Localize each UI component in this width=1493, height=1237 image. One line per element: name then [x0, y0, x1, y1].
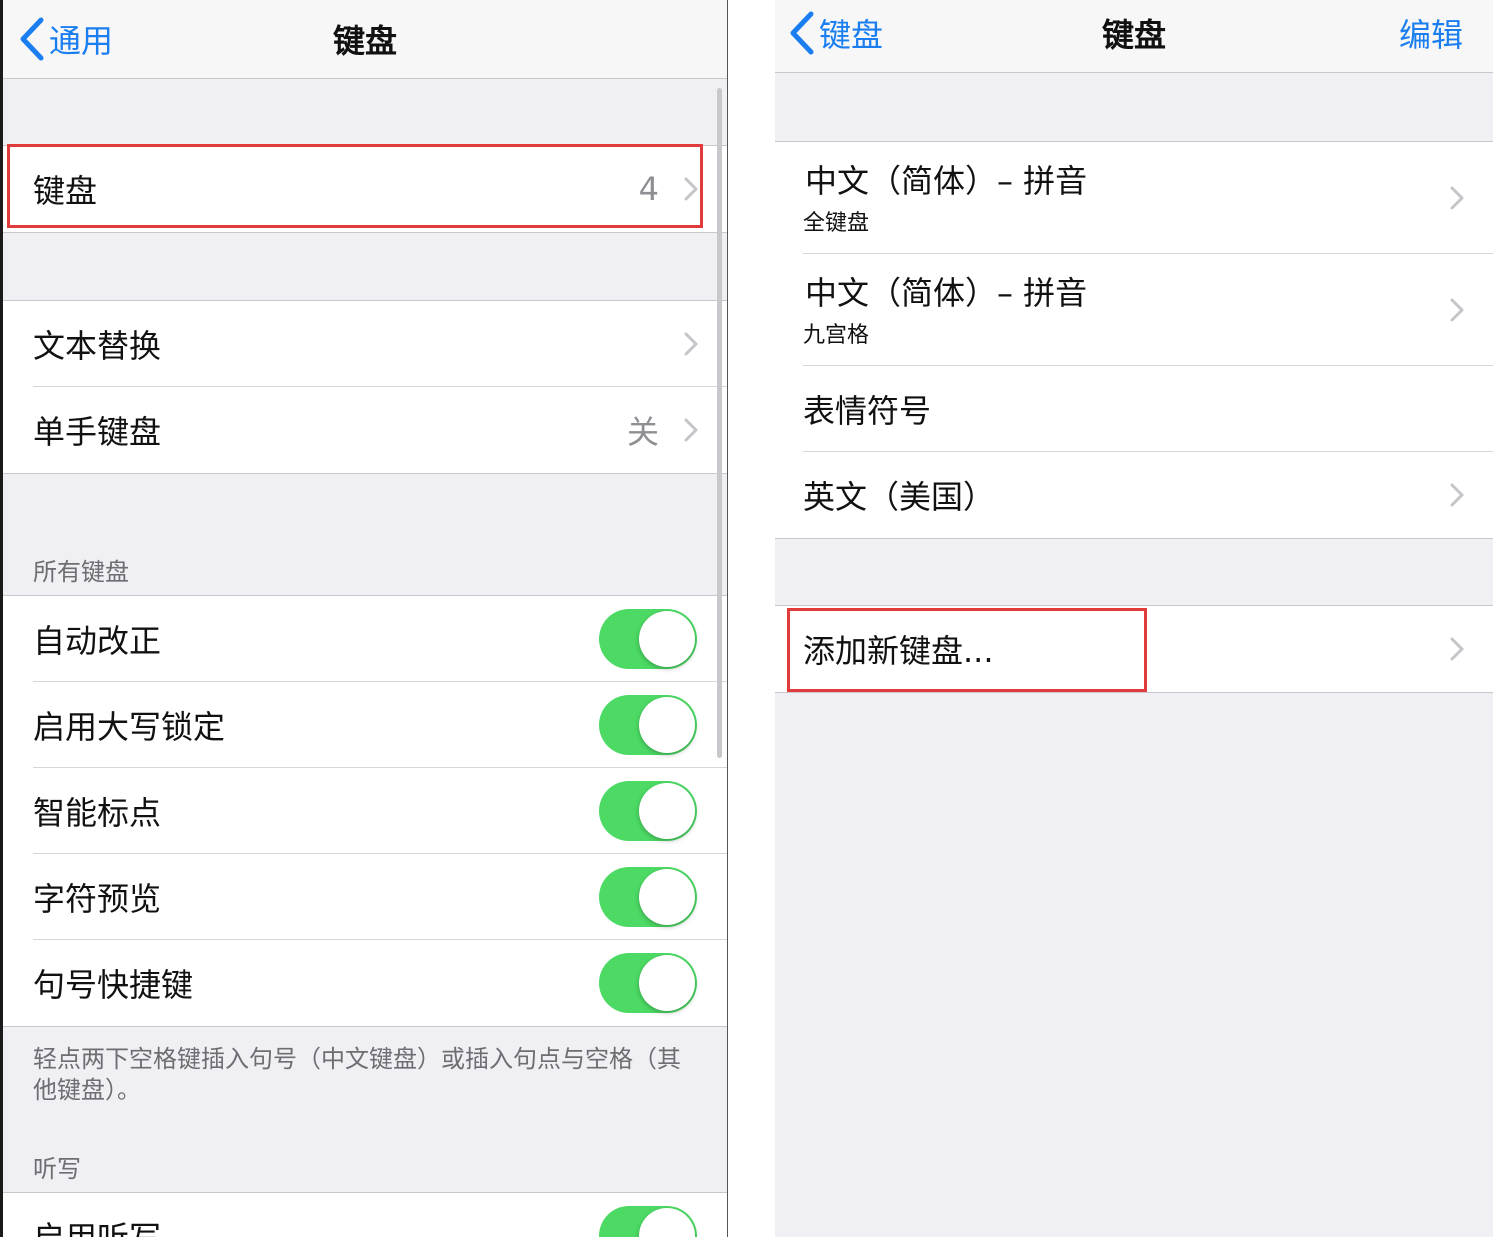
text-replacement-label: 文本替换	[33, 327, 162, 365]
chevron-right-icon	[1450, 298, 1464, 322]
keyboard-layout: 九宫格	[803, 323, 870, 348]
dictation-label: 启用听写	[33, 1213, 161, 1237]
toggle-row-period-shortcut: 句号快捷键	[3, 940, 727, 1026]
caps-lock-toggle[interactable]	[599, 695, 697, 755]
all-keyboards-header: 所有键盘	[33, 558, 129, 586]
toggle-knob	[639, 869, 695, 925]
keyboard-name: 中文（简体）– 拼音	[805, 274, 1088, 312]
dictation-group: 启用听写	[3, 1192, 727, 1237]
toggle-row-caps-lock: 启用大写锁定	[3, 682, 727, 768]
nav-bar: 通用 键盘	[3, 0, 727, 79]
period-shortcut-label: 句号快捷键	[33, 966, 194, 1004]
toggle-row-dictation: 启用听写	[3, 1193, 727, 1237]
dictation-header: 听写	[33, 1155, 81, 1183]
edit-button[interactable]: 编辑	[1399, 10, 1463, 56]
keyboard-item[interactable]: 表情符号	[775, 366, 1493, 452]
keyboard-settings-panel: 通用 键盘 键盘 4 文本替换 单手键盘 关 所有键盘 自动改正 启用大写锁定 …	[3, 0, 727, 1237]
caps-lock-label: 启用大写锁定	[33, 708, 226, 746]
scrollbar[interactable]	[717, 88, 722, 758]
toggle-knob	[639, 1208, 695, 1237]
auto-correct-toggle[interactable]	[599, 609, 697, 669]
text-group: 文本替换 单手键盘 关	[3, 300, 727, 474]
character-preview-label: 字符预览	[33, 880, 162, 918]
toggle-knob	[639, 783, 695, 839]
panel-divider	[727, 0, 728, 1237]
highlight-box	[7, 144, 703, 228]
period-shortcut-toggle[interactable]	[599, 953, 697, 1013]
page-title: 键盘	[1101, 16, 1166, 54]
period-shortcut-footnote: 轻点两下空格键插入句号（中文键盘）或插入句点与空格（其他键盘）。	[33, 1045, 681, 1104]
chevron-right-icon	[684, 418, 698, 442]
toggle-row-smart-punctuation: 智能标点	[3, 768, 727, 854]
toggle-knob	[639, 611, 695, 667]
keyboard-name: 英文（美国）	[803, 478, 996, 516]
one-handed-keyboard-row[interactable]: 单手键盘 关	[3, 387, 727, 473]
chevron-right-icon	[1450, 637, 1464, 661]
toggle-knob	[639, 697, 695, 753]
toggle-row-auto-correct: 自动改正	[3, 596, 727, 682]
chevron-right-icon	[1450, 186, 1464, 210]
all-keyboards-group: 自动改正 启用大写锁定 智能标点 字符预览 句号快捷键	[3, 595, 727, 1027]
smart-punctuation-label: 智能标点	[33, 794, 162, 832]
chevron-right-icon	[684, 332, 698, 356]
keyboard-item[interactable]: 中文（简体）– 拼音 九宫格	[775, 254, 1493, 366]
smart-punctuation-toggle[interactable]	[599, 781, 697, 841]
keyboard-name: 表情符号	[803, 392, 932, 430]
character-preview-toggle[interactable]	[599, 867, 697, 927]
keyboard-item[interactable]: 中文（简体）– 拼音 全键盘	[775, 142, 1493, 254]
keyboard-item[interactable]: 英文（美国）	[775, 452, 1493, 538]
text-replacement-row[interactable]: 文本替换	[3, 301, 727, 387]
auto-correct-label: 自动改正	[33, 622, 162, 660]
highlight-box	[787, 608, 1147, 692]
keyboards-list: 中文（简体）– 拼音 全键盘 中文（简体）– 拼音 九宫格 表情符号 英文（美国…	[775, 141, 1493, 539]
keyboard-name: 中文（简体）– 拼音	[805, 162, 1088, 200]
one-handed-keyboard-label: 单手键盘	[33, 413, 162, 451]
dictation-toggle[interactable]	[599, 1206, 697, 1237]
one-handed-keyboard-value: 关	[626, 413, 659, 451]
toggle-knob	[639, 955, 695, 1011]
keyboards-list-panel: 键盘 键盘 编辑 中文（简体）– 拼音 全键盘 中文（简体）– 拼音 九宫格 表…	[775, 0, 1493, 1237]
chevron-right-icon	[1450, 483, 1464, 507]
keyboard-layout: 全键盘	[803, 211, 870, 236]
toggle-row-character-preview: 字符预览	[3, 854, 727, 940]
page-title: 键盘	[332, 22, 397, 60]
nav-bar: 键盘 键盘 编辑	[775, 0, 1493, 73]
